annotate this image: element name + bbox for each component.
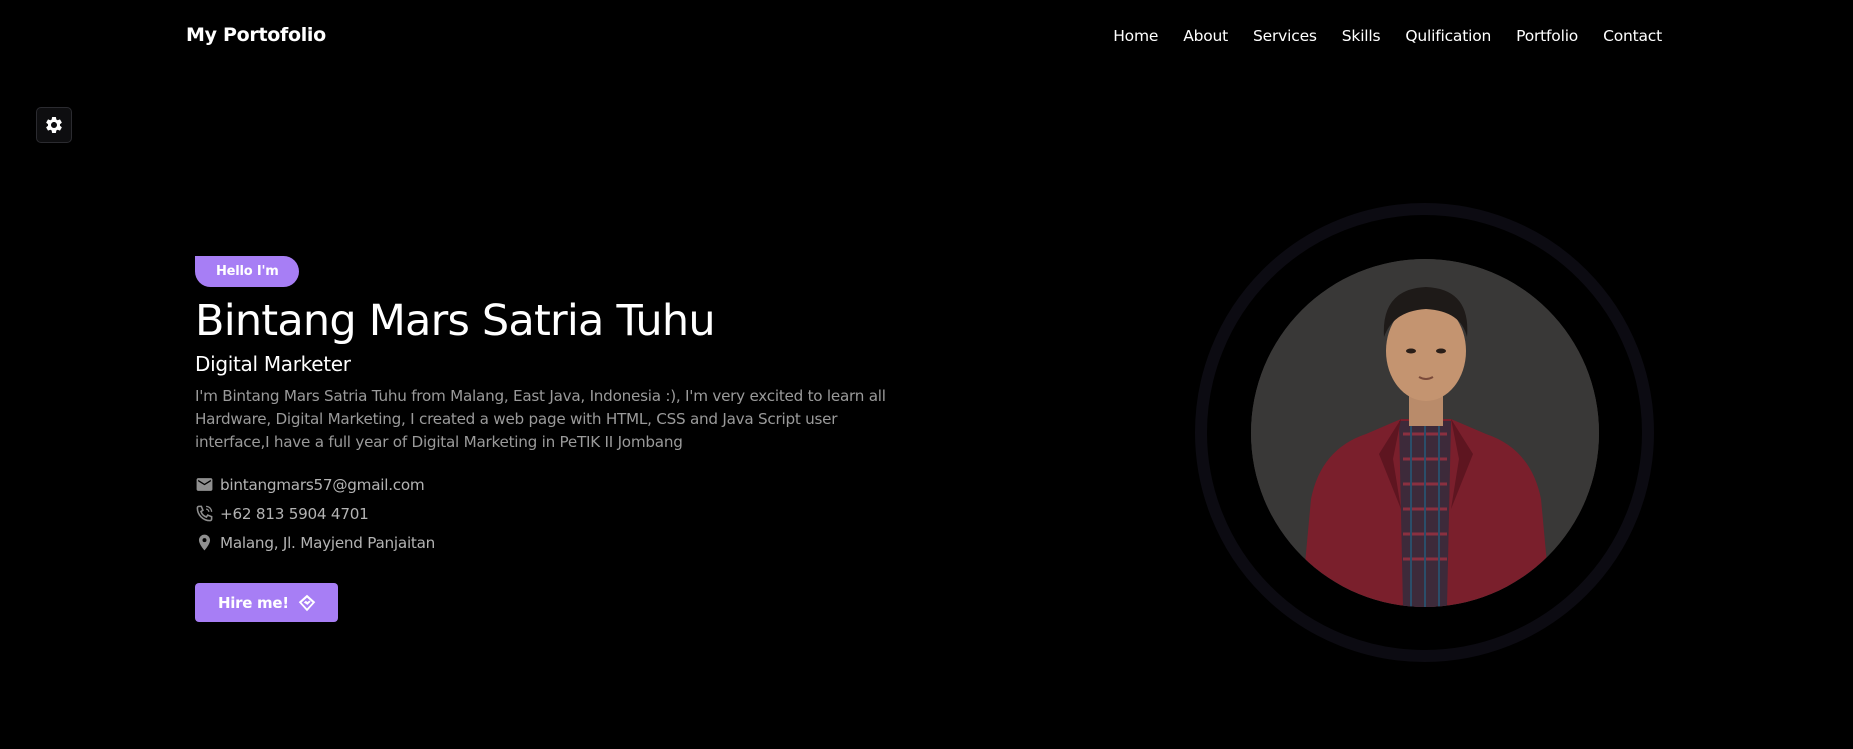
nav-portfolio[interactable]: Portfolio xyxy=(1516,27,1578,45)
hero-intro: Hello I'm Bintang Mars Satria Tuhu Digit… xyxy=(195,256,935,623)
profile-portrait xyxy=(1251,259,1599,607)
contact-location-text: Malang, Jl. Mayjend Panjaitan xyxy=(220,533,436,552)
hero-name: Bintang Mars Satria Tuhu xyxy=(195,296,716,346)
nav-about[interactable]: About xyxy=(1183,27,1228,45)
nav-contact[interactable]: Contact xyxy=(1603,27,1662,45)
gear-icon xyxy=(46,116,62,133)
contact-email: bintangmars57@gmail.com xyxy=(195,470,935,499)
nav-skills[interactable]: Skills xyxy=(1342,27,1381,45)
hire-me-button[interactable]: Hire me! xyxy=(195,583,338,623)
nav-qualification[interactable]: Qulification xyxy=(1405,27,1491,45)
hire-me-label: Hire me! xyxy=(218,593,289,612)
nav-home[interactable]: Home xyxy=(1113,27,1158,45)
mail-icon xyxy=(196,478,213,492)
contact-email-text: bintangmars57@gmail.com xyxy=(220,475,425,494)
location-pin-icon xyxy=(198,535,211,551)
hero-description: I'm Bintang Mars Satria Tuhu from Malang… xyxy=(195,387,886,452)
profile-photo xyxy=(1251,259,1599,607)
contact-location: Malang, Jl. Mayjend Panjaitan xyxy=(195,528,935,557)
handshake-icon xyxy=(298,594,315,612)
main-nav: Home About Services Skills Qulification … xyxy=(1113,27,1662,45)
contact-list: bintangmars57@gmail.com +62 813 5904 470… xyxy=(195,470,935,557)
phone-icon xyxy=(196,506,213,522)
greeting-badge: Hello I'm xyxy=(195,256,299,287)
site-header: My Portofolio Home About Services Skills… xyxy=(0,0,1853,76)
contact-phone-text: +62 813 5904 4701 xyxy=(220,504,369,523)
contact-phone: +62 813 5904 4701 xyxy=(195,499,935,528)
theme-settings-button[interactable] xyxy=(36,107,72,143)
brand-logo[interactable]: My Portofolio xyxy=(186,24,326,46)
hero-role: Digital Marketer xyxy=(195,352,351,377)
nav-services[interactable]: Services xyxy=(1253,27,1317,45)
